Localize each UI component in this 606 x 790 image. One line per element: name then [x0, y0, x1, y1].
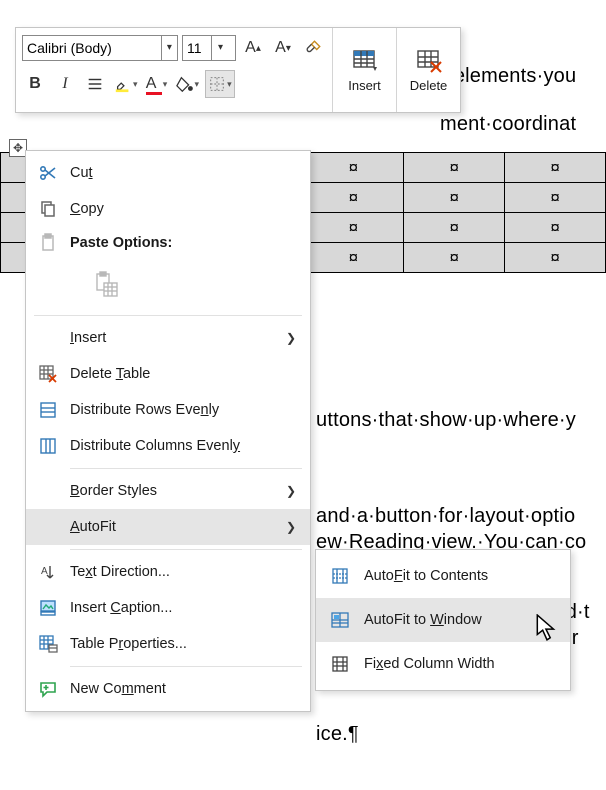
- italic-button[interactable]: I: [52, 70, 78, 98]
- text-direction-icon: A: [38, 562, 58, 582]
- bucket-icon: [176, 75, 194, 93]
- menu-fixed-column-width[interactable]: Fixed Column Width: [316, 642, 570, 686]
- font-color-button[interactable]: A▾: [144, 70, 170, 98]
- font-size-combo[interactable]: ▾: [182, 35, 236, 61]
- menu-label: Text Direction...: [70, 564, 296, 580]
- menu-text-direction[interactable]: A Text Direction...: [26, 554, 310, 590]
- autofit-contents-icon: [330, 566, 350, 586]
- menu-autofit-window[interactable]: AutoFit to Window: [316, 598, 570, 642]
- table-cell[interactable]: ¤: [505, 153, 606, 183]
- font-name-combo[interactable]: ▾: [22, 35, 178, 61]
- menu-label: Delete Table: [70, 366, 296, 382]
- table-properties-icon: [38, 634, 58, 654]
- delete-label: Delete: [410, 78, 448, 93]
- table-cell[interactable]: ¤: [404, 243, 505, 273]
- menu-label: Distribute Columns Evenly: [70, 438, 296, 454]
- paste-keep-source-button[interactable]: [86, 265, 126, 305]
- table-cell[interactable]: ¤: [303, 213, 404, 243]
- menu-autofit-contents[interactable]: AutoFit to Contents: [316, 554, 570, 598]
- menu-label: AutoFit to Contents: [364, 568, 556, 584]
- table-cell[interactable]: ¤: [505, 243, 606, 273]
- format-painter-button[interactable]: [300, 34, 326, 62]
- caption-icon: [38, 598, 58, 618]
- scissors-icon: [38, 163, 58, 183]
- mini-toolbar-format: ▾ ▾ A▴ A▾ B I ▾ A▾ ▾: [16, 28, 332, 112]
- menu-label: Border Styles: [70, 483, 284, 499]
- delete-table-icon: [38, 364, 58, 384]
- menu-new-comment[interactable]: New Comment: [26, 671, 310, 707]
- table-cell[interactable]: ¤: [404, 183, 505, 213]
- table-cell[interactable]: ¤: [404, 153, 505, 183]
- menu-copy[interactable]: Copy: [26, 191, 310, 227]
- grow-font-button[interactable]: A▴: [240, 34, 266, 62]
- menu-label: New Comment: [70, 681, 296, 697]
- copy-icon: [38, 199, 58, 219]
- menu-label: Distribute Rows Evenly: [70, 402, 296, 418]
- context-menu: Cut Copy Paste Options: Insert ❯ Delete …: [25, 150, 311, 712]
- submenu-arrow-icon: ❯: [284, 484, 296, 498]
- clipboard-icon: [38, 233, 58, 253]
- distribute-rows-icon: [38, 400, 58, 420]
- insert-table-icon: [351, 48, 379, 76]
- font-name-input[interactable]: [23, 36, 161, 60]
- borders-icon: [208, 75, 226, 93]
- menu-distribute-rows[interactable]: Distribute Rows Evenly: [26, 392, 310, 428]
- menu-label: Insert: [70, 330, 284, 346]
- align-button[interactable]: [82, 70, 108, 98]
- submenu-arrow-icon: ❯: [284, 520, 296, 534]
- menu-label: Fixed Column Width: [364, 656, 556, 672]
- menu-table-properties[interactable]: Table Properties...: [26, 626, 310, 662]
- submenu-arrow-icon: ❯: [284, 331, 296, 345]
- dropdown-icon[interactable]: ▾: [161, 36, 177, 60]
- menu-label: Table Properties...: [70, 636, 296, 652]
- paintbrush-icon: [304, 39, 322, 57]
- menu-insert-caption[interactable]: Insert Caption...: [26, 590, 310, 626]
- table-cell[interactable]: ¤: [303, 183, 404, 213]
- table-cell[interactable]: ¤: [303, 243, 404, 273]
- table-cell[interactable]: ¤: [505, 183, 606, 213]
- menu-distribute-columns[interactable]: Distribute Columns Evenly: [26, 428, 310, 464]
- menu-label: Paste Options:: [70, 235, 296, 251]
- delete-table-icon: [415, 48, 443, 76]
- paste-options-row: [26, 259, 310, 311]
- comment-icon: [38, 679, 58, 699]
- menu-label: Insert Caption...: [70, 600, 296, 616]
- menu-autofit[interactable]: AutoFit ❯: [26, 509, 310, 545]
- menu-paste-options: Paste Options:: [26, 227, 310, 259]
- fixed-width-icon: [330, 654, 350, 674]
- autofit-window-icon: [330, 610, 350, 630]
- align-icon: [86, 75, 104, 93]
- menu-label: AutoFit to Window: [364, 612, 556, 628]
- table-cell[interactable]: ¤: [303, 153, 404, 183]
- insert-label: Insert: [348, 78, 381, 93]
- shading-button[interactable]: ▾: [174, 70, 202, 98]
- font-size-input[interactable]: [183, 36, 211, 60]
- paste-keep-source-icon: [92, 271, 120, 299]
- menu-border-styles[interactable]: Border Styles ❯: [26, 473, 310, 509]
- table-cell[interactable]: ¤: [505, 213, 606, 243]
- menu-cut[interactable]: Cut: [26, 155, 310, 191]
- menu-label: Copy: [70, 201, 296, 217]
- shrink-font-button[interactable]: A▾: [270, 34, 296, 62]
- menu-label: Cut: [70, 165, 296, 181]
- delete-section[interactable]: Delete: [396, 28, 460, 112]
- menu-label: AutoFit: [70, 519, 284, 535]
- autofit-submenu: AutoFit to Contents AutoFit to Window Fi…: [315, 549, 571, 691]
- borders-button[interactable]: ▾: [205, 70, 235, 98]
- highlighter-icon: [114, 75, 132, 93]
- table-cell[interactable]: ¤: [404, 213, 505, 243]
- bold-button[interactable]: B: [22, 70, 48, 98]
- highlight-button[interactable]: ▾: [112, 70, 140, 98]
- menu-insert[interactable]: Insert ❯: [26, 320, 310, 356]
- dropdown-icon[interactable]: ▾: [211, 36, 229, 60]
- insert-section[interactable]: Insert: [332, 28, 396, 112]
- menu-delete-table[interactable]: Delete Table: [26, 356, 310, 392]
- distribute-columns-icon: [38, 436, 58, 456]
- mini-toolbar: ▾ ▾ A▴ A▾ B I ▾ A▾ ▾: [15, 27, 461, 113]
